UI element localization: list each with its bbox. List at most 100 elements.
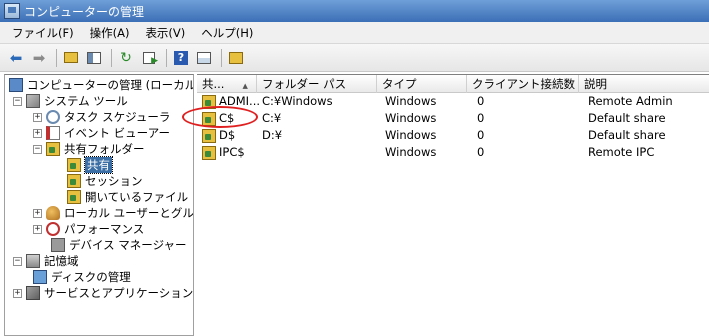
export-icon[interactable]: ▶ [139,48,159,68]
column-header-folder-path[interactable]: フォルダー パス [257,75,377,93]
column-header-type[interactable]: タイプ [377,75,467,93]
tree-item-label: システム ツール [44,94,128,108]
tree-item-task-scheduler[interactable]: + タスク スケジューラ [33,109,170,125]
properties-icon[interactable] [194,48,214,68]
list-item[interactable]: ADMI... C:¥Windows Windows 0 Remote Admi… [197,93,709,110]
toolbar-separator [111,48,112,67]
tree-item-shared-folders[interactable]: − 共有フォルダー [33,141,145,157]
help-icon[interactable]: ? [171,48,191,68]
tree-item-label: イベント ビューアー [64,126,171,140]
expand-icon[interactable]: + [13,288,22,298]
menu-file[interactable]: ファイル(F) [4,25,82,41]
column-header-label: フォルダー パス [262,77,347,91]
open-files-icon [67,190,81,204]
description-cell: Remote IPC [588,145,655,159]
share-name-cell: C$ [202,110,259,127]
type-cell: Windows [385,111,437,125]
expand-icon[interactable]: + [33,112,42,122]
tree-item-computer-management[interactable]: コンピューターの管理 (ローカル) [9,77,194,93]
menu-help[interactable]: ヘルプ(H) [193,25,261,41]
tree-item-disk-management[interactable]: ディスクの管理 [33,269,131,285]
show-tree-icon[interactable] [84,48,104,68]
column-header-label: 説明 [584,77,607,91]
type-cell: Windows [385,128,437,142]
share-name-cell: IPC$ [202,144,259,161]
list-item[interactable]: D$ D:¥ Windows 0 Default share [197,127,709,144]
tree-item-label: 記憶域 [44,254,79,268]
tree-item-storage[interactable]: − 記憶域 [13,253,79,269]
list-item[interactable]: C$ C:¥ Windows 0 Default share [197,110,709,127]
tree-item-label: デバイス マネージャー [69,238,187,252]
tree-item-label: パフォーマンス [64,222,145,236]
services-icon [26,286,40,300]
back-arrow-icon[interactable]: ⬅ [6,48,26,68]
tree-item-device-manager[interactable]: デバイス マネージャー [51,237,187,253]
tree-item-local-users-groups[interactable]: + ローカル ユーザーとグループ [33,205,194,221]
tree-item-label: ローカル ユーザーとグループ [64,206,194,220]
tree-item-label: サービスとアプリケーション [44,286,194,300]
expand-icon[interactable]: + [33,128,42,138]
column-header-label: タイプ [382,77,417,91]
collapse-icon[interactable]: − [13,256,22,266]
tree-item-label: セッション [85,174,143,188]
share-name-cell: D$ [202,127,259,144]
list-item[interactable]: IPC$ Windows 0 Remote IPC [197,144,709,161]
expand-icon[interactable]: + [33,208,42,218]
description-cell: Default share [588,128,666,142]
share-name: IPC$ [219,145,245,159]
refresh-icon[interactable]: ↻ [116,48,136,68]
client-connections-cell: 0 [477,145,485,159]
description-cell: Default share [588,111,666,125]
share-icon [202,128,216,143]
tree-item-label: 共有フォルダー [64,142,145,156]
shares-list[interactable]: 共... ▲ フォルダー パス タイプ クライアント接続数 説明 ADMI... … [197,74,709,336]
toolbar: ⬅ ➡ ↻ ▶ ? [0,44,709,72]
tree-item-system-tools[interactable]: − システム ツール [13,93,128,109]
tree-item-label: コンピューターの管理 (ローカル) [27,78,194,92]
tree-item-label: タスク スケジューラ [64,110,171,124]
type-cell: Windows [385,94,437,108]
menu-bar: ファイル(F) 操作(A) 表示(V) ヘルプ(H) [0,22,709,44]
tree-item-event-viewer[interactable]: + イベント ビューアー [33,125,170,141]
collapse-icon[interactable]: − [13,96,22,106]
disk-management-icon [33,270,47,284]
event-viewer-icon [46,126,60,140]
share-name: ADMI... [219,94,259,108]
share-name: C$ [219,111,235,125]
collapse-icon[interactable]: − [33,144,42,154]
tree-item-sessions[interactable]: セッション [67,173,143,189]
forward-arrow-icon[interactable]: ➡ [29,48,49,68]
tree-item-shares[interactable]: 共有 [67,156,113,174]
share-icon [202,94,216,109]
menu-view[interactable]: 表示(V) [137,25,193,41]
performance-icon [46,222,60,236]
type-cell: Windows [385,145,437,159]
column-header-description[interactable]: 説明 [579,75,709,93]
computer-icon [9,78,23,92]
computer-management-icon [4,3,20,19]
column-header-client-connections[interactable]: クライアント接続数 [467,75,579,93]
tree-item-services-applications[interactable]: + サービスとアプリケーション [13,285,193,301]
new-share-icon[interactable] [226,48,246,68]
folder-path-cell: C:¥Windows [262,94,333,108]
client-connections-cell: 0 [477,94,485,108]
list-header: 共... ▲ フォルダー パス タイプ クライアント接続数 説明 [197,75,709,93]
device-manager-icon [51,238,65,252]
share-icon [202,145,216,160]
column-header-label: 共... [202,77,225,91]
folder-path-cell [262,144,377,161]
title-bar: コンピューターの管理 [0,0,709,22]
console-tree[interactable]: コンピューターの管理 (ローカル) − システム ツール + タスク スケジュー… [4,74,194,336]
expand-icon[interactable]: + [33,224,42,234]
up-folder-icon[interactable] [61,48,81,68]
share-name: D$ [219,128,236,142]
share-name-cell: ADMI... [202,93,259,110]
client-connections-cell: 0 [477,128,485,142]
tree-item-performance[interactable]: + パフォーマンス [33,221,144,237]
toolbar-separator [166,48,167,67]
shared-folder-icon [46,142,60,156]
tree-item-open-files[interactable]: 開いているファイル [67,189,188,205]
menu-action[interactable]: 操作(A) [82,25,138,41]
column-header-share-name[interactable]: 共... ▲ [197,75,257,93]
share-icon [67,158,81,172]
